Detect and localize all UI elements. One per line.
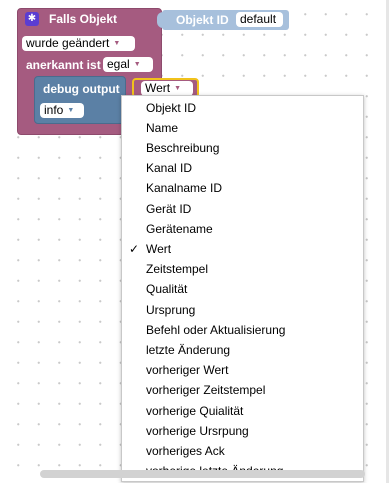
ack-dropdown-value: egal [107, 57, 130, 71]
menu-item-geraetename[interactable]: Gerätename [146, 222, 213, 236]
field-dropdown-menu: Objekt ID Name Beschreibung Kanal ID Kan… [121, 95, 364, 482]
debug-level-value: info [44, 103, 64, 117]
menu-item-letzte-aenderung[interactable]: letzte Änderung [146, 343, 230, 357]
menu-item-qualitaet[interactable]: Qualität [146, 282, 187, 296]
debug-output-label: debug output [43, 82, 120, 96]
condition-dropdown[interactable]: wurde geändert ▼ [22, 36, 135, 51]
chevron-down-icon: ▼ [67, 107, 75, 114]
menu-item-kanal-id[interactable]: Kanal ID [146, 161, 192, 175]
menu-item-vorheriger-wert[interactable]: vorheriger Wert [146, 363, 228, 377]
menu-item-vorherige-ursprung[interactable]: vorherige Ursrpung [146, 424, 249, 438]
checkmark-icon: ✓ [129, 242, 140, 256]
menu-item-vorheriges-ack[interactable]: vorheriges Ack [146, 444, 225, 458]
trigger-block-title: Falls Objekt [49, 12, 118, 26]
field-dropdown[interactable]: Wert ▼ [141, 81, 193, 96]
menu-item-wert[interactable]: Wert [146, 242, 171, 256]
debug-level-dropdown[interactable]: info ▼ [40, 103, 84, 118]
condition-dropdown-value: wurde geändert [26, 36, 110, 50]
chevron-down-icon: ▼ [113, 40, 121, 47]
menu-item-kanalname-id[interactable]: Kanalname ID [146, 181, 222, 195]
field-dropdown-value: Wert [145, 81, 171, 95]
menu-item-ursprung[interactable]: Ursprung [146, 303, 195, 317]
horizontal-scrollbar[interactable] [40, 470, 365, 478]
object-id-input[interactable]: default [236, 12, 283, 27]
gear-icon[interactable]: ✱ [25, 12, 39, 26]
ack-dropdown[interactable]: egal ▼ [103, 57, 153, 72]
menu-item-objekt-id[interactable]: Objekt ID [146, 101, 196, 115]
menu-item-vorherige-qualitaet[interactable]: vorherige Quialität [146, 404, 243, 418]
menu-item-vorheriger-zeitstempel[interactable]: vorheriger Zeitstempel [146, 383, 265, 397]
menu-item-befehl-oder-aktualisierung[interactable]: Befehl oder Aktualisierung [146, 323, 285, 337]
menu-item-beschreibung[interactable]: Beschreibung [146, 141, 219, 155]
menu-item-geraet-id[interactable]: Gerät ID [146, 202, 191, 216]
chevron-down-icon: ▼ [174, 85, 182, 92]
menu-item-name[interactable]: Name [146, 121, 178, 135]
object-id-label: Objekt ID [176, 13, 229, 27]
menu-item-zeitstempel[interactable]: Zeitstempel [146, 262, 208, 276]
chevron-down-icon: ▼ [133, 61, 141, 68]
ack-label: anerkannt ist [26, 58, 101, 72]
object-id-value: default [240, 12, 277, 26]
